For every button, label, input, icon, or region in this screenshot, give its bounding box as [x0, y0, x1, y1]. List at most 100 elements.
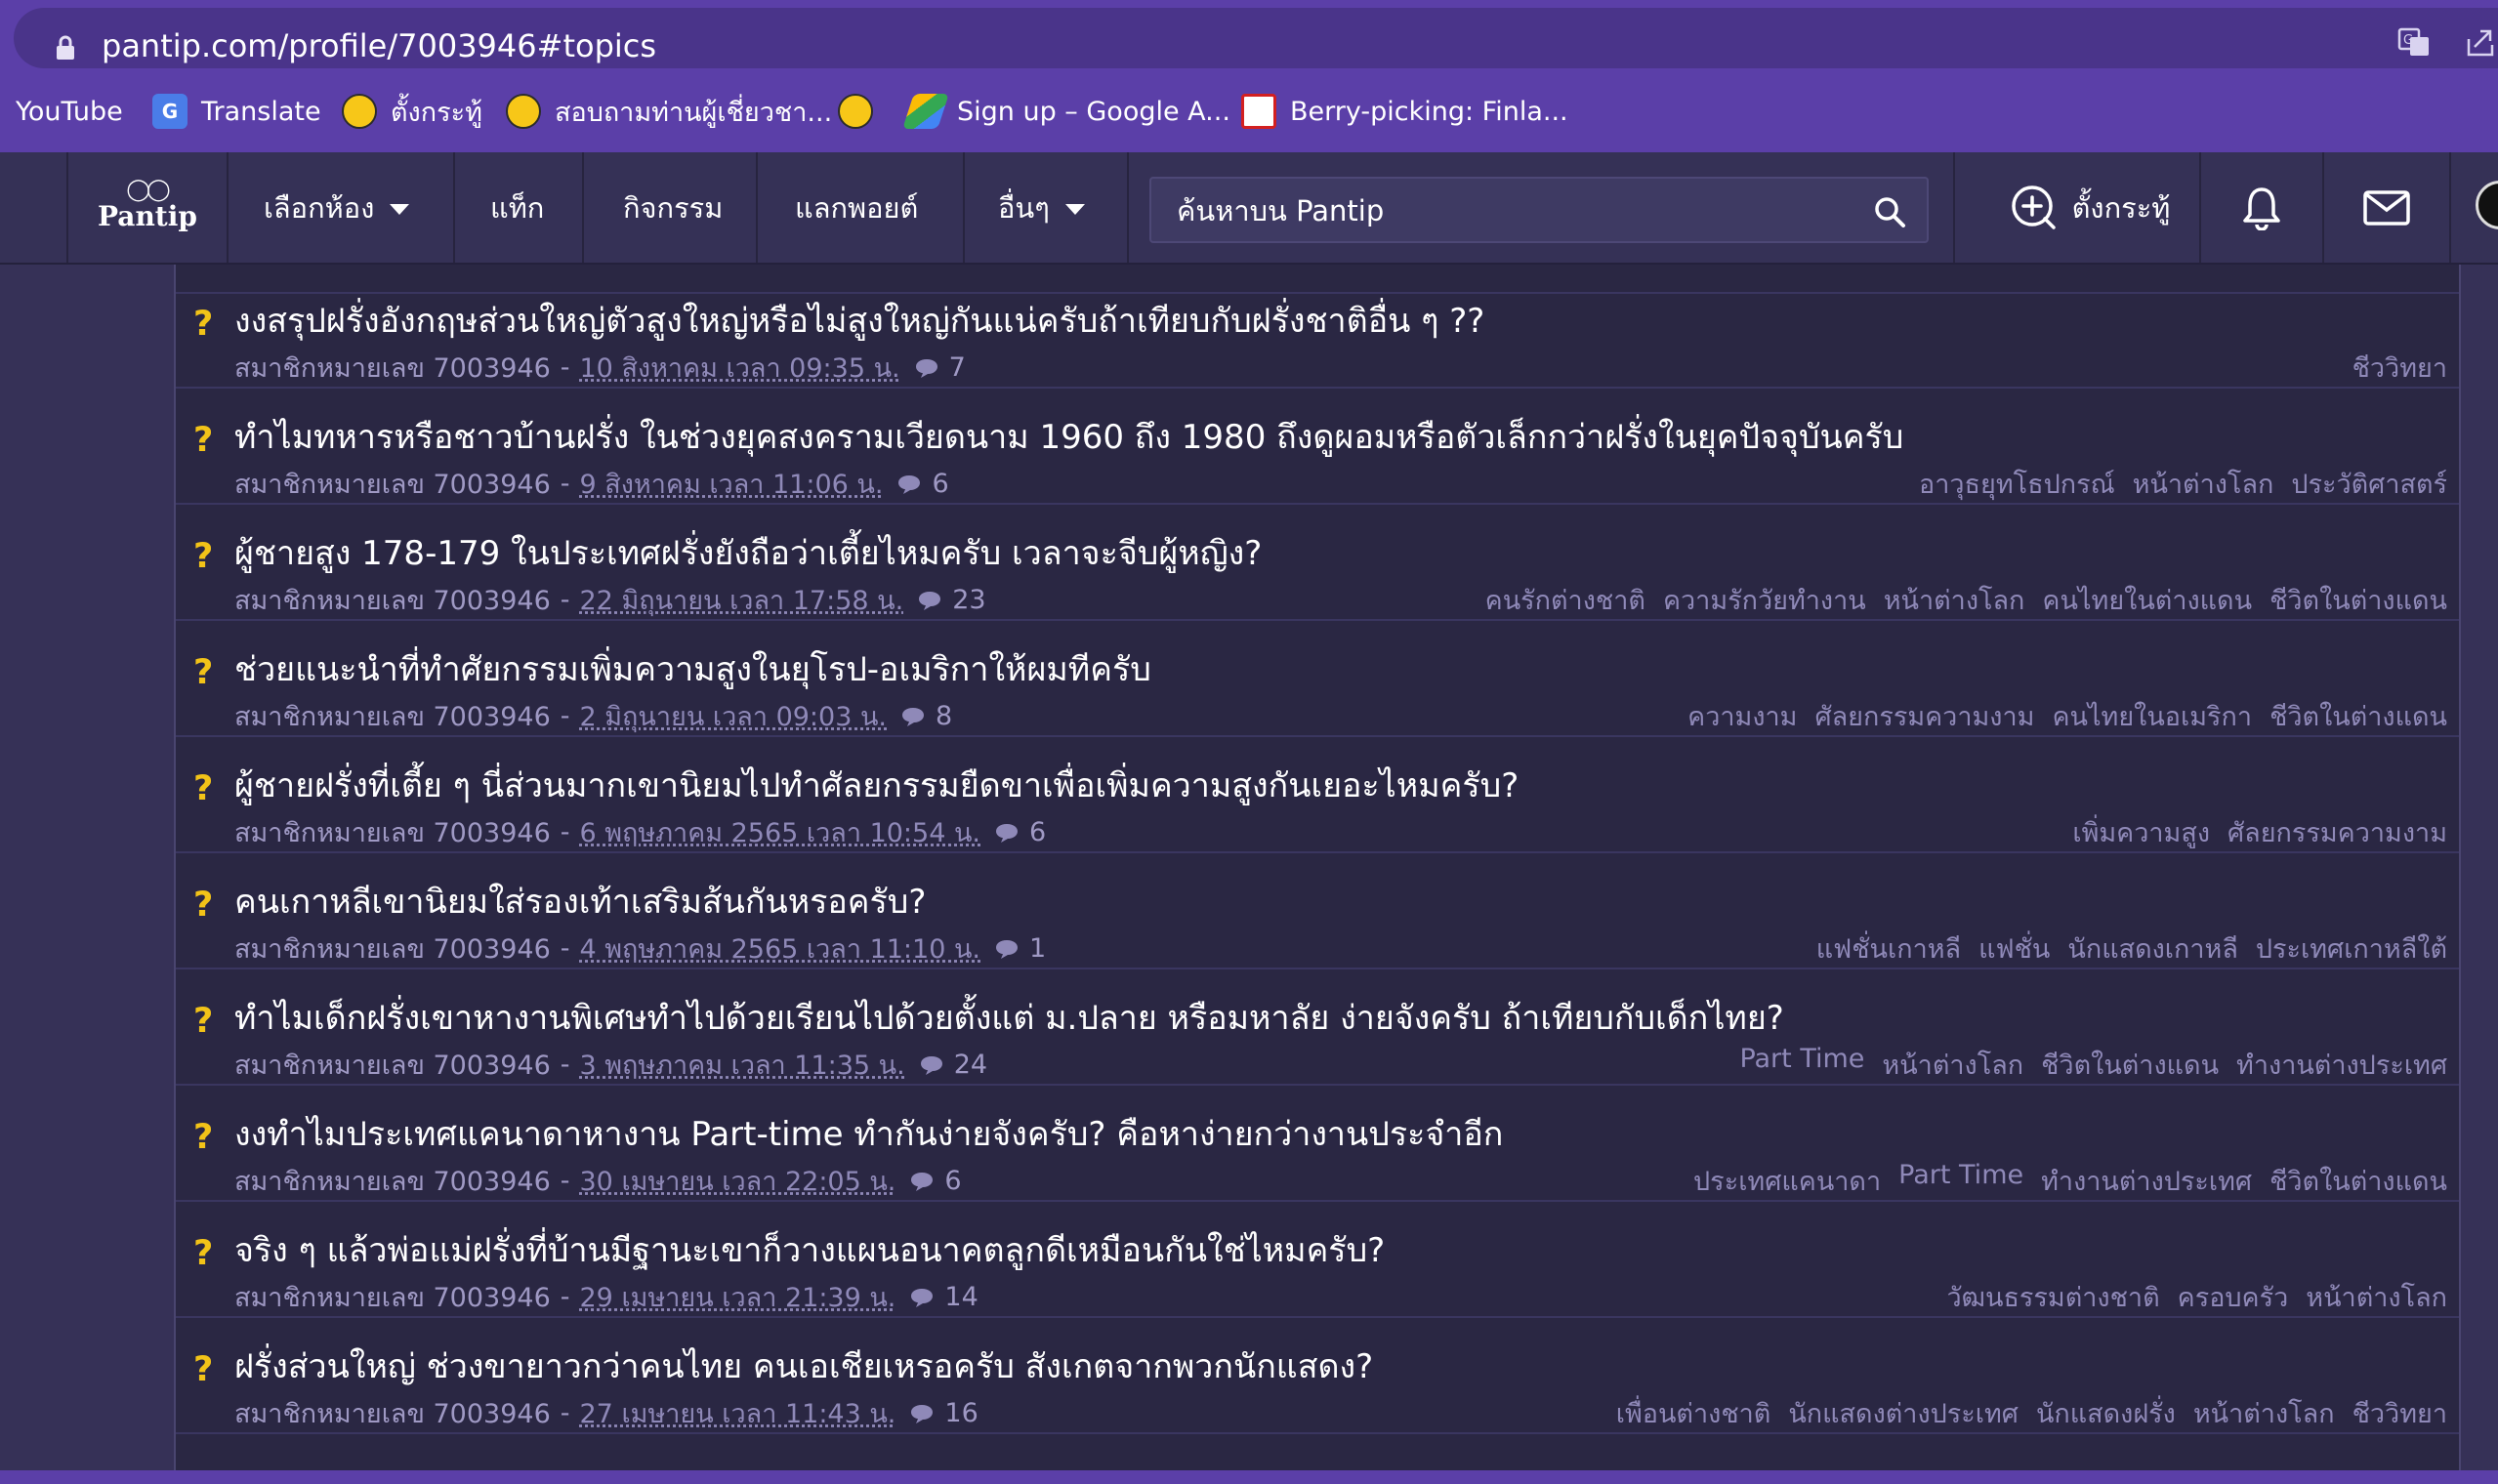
tag-link[interactable]: หน้าต่างโลก — [1884, 579, 2025, 621]
topic-row[interactable]: ? ผู้ชายสูง 178-179 ในประเทศฝรั่งยังถือว… — [176, 505, 2459, 621]
tag-link[interactable]: คนไทยในอเมริกา — [2052, 695, 2252, 737]
topic-date[interactable]: 22 มิถุนายน เวลา 17:58 น. — [580, 579, 904, 621]
tag-link[interactable]: ชีววิทยา — [2352, 1392, 2447, 1434]
tag-link[interactable]: เพื่อนต่างชาติ — [1616, 1392, 1771, 1434]
tag-link[interactable]: ทำงานต่างประเทศ — [2236, 1044, 2447, 1086]
tag-link[interactable]: ประวัติศาสตร์ — [2291, 463, 2447, 505]
url-text[interactable]: pantip.com/profile/7003946#topics — [102, 27, 656, 64]
lock-icon[interactable] — [55, 35, 76, 61]
topic-author[interactable]: สมาชิกหมายเลข 7003946 — [234, 1044, 551, 1086]
nav-choose-room[interactable]: เลือกห้อง — [264, 152, 410, 263]
tag-link[interactable]: อาวุธยุทโธปกรณ์ — [1919, 463, 2115, 505]
topic-author[interactable]: สมาชิกหมายเลข 7003946 — [234, 928, 551, 969]
tag-link[interactable]: คนไทยในต่างแดน — [2042, 579, 2252, 621]
tag-link[interactable]: ความงาม — [1687, 695, 1797, 737]
tag-link[interactable]: ศัลยกรรมความงาม — [2227, 811, 2447, 853]
nav-tags[interactable]: แท็ก — [490, 152, 544, 263]
tag-link[interactable]: นักแสดงเกาหลี — [2067, 928, 2238, 969]
topic-title[interactable]: คนเกาหลีเขานิยมใส่รองเท้าเสริมส้นกันหรอค… — [234, 875, 926, 928]
topic-date[interactable]: 2 มิถุนายน เวลา 09:03 น. — [580, 695, 888, 737]
topic-row[interactable]: ? คนเกาหลีเขานิยมใส่รองเท้าเสริมส้นกันหร… — [176, 853, 2459, 969]
topic-row[interactable]: ? ทำไมเด็กฝรั่งเขาหางานพิเศษทำไปด้วยเรีย… — [176, 969, 2459, 1086]
tag-link[interactable]: ศัลยกรรมความงาม — [1814, 695, 2034, 737]
pantip-logo[interactable]: ◯◯ Pantip — [98, 180, 197, 240]
search-icon[interactable] — [1872, 194, 1907, 229]
tag-link[interactable]: เพิ่มความสูง — [2072, 811, 2210, 853]
notifications-button[interactable] — [2201, 152, 2322, 263]
share-icon[interactable] — [2463, 25, 2496, 59]
topic-date[interactable]: 9 สิงหาคม เวลา 11:06 น. — [580, 463, 884, 505]
topic-title[interactable]: ทำไมทหารหรือชาวบ้านฝรั่ง ในช่วงยุคสงคราม… — [234, 410, 1903, 463]
new-topic-button[interactable]: ตั้งกระทู้ — [1982, 152, 2197, 263]
topic-date[interactable]: 27 เมษายน เวลา 11:43 น. — [580, 1392, 896, 1434]
topic-author[interactable]: สมาชิกหมายเลข 7003946 — [234, 1392, 551, 1434]
address-bar[interactable]: pantip.com/profile/7003946#topics — [14, 8, 2498, 68]
tag-link[interactable]: นักแสดงต่างประเทศ — [1788, 1392, 2019, 1434]
search-box[interactable] — [1149, 177, 1929, 243]
tag-link[interactable]: ประเทศแคนาดา — [1693, 1160, 1881, 1202]
tag-link[interactable]: ทำงานต่างประเทศ — [2041, 1160, 2252, 1202]
topic-row[interactable]: ? ช่วยแนะนำที่ทำศัยกรรมเพิ่มความสูงในยุโ… — [176, 621, 2459, 737]
bookmark-google-ads[interactable]: Sign up – Google A... — [902, 84, 1230, 139]
topic-author[interactable]: สมาชิกหมายเลข 7003946 — [234, 811, 551, 853]
nav-more[interactable]: อื่นๆ — [998, 152, 1085, 263]
topic-author[interactable]: สมาชิกหมายเลข 7003946 — [234, 695, 551, 737]
tag-link[interactable]: แฟชั่นเกาหลี — [1816, 928, 1961, 969]
topic-row[interactable]: ? งงสรุปฝรั่งอังกฤษส่วนใหญ่ตัวสูงใหญ่หรื… — [176, 272, 2459, 389]
topic-date[interactable]: 3 พฤษภาคม เวลา 11:35 น. — [580, 1044, 905, 1086]
topic-row[interactable]: ? จริง ๆ แล้วพ่อแม่ฝรั่งที่บ้านมีฐานะเขา… — [176, 1202, 2459, 1318]
tag-link[interactable]: ชีวิตในต่างแดน — [2269, 579, 2447, 621]
google-translate-icon: G — [152, 94, 187, 129]
topic-row[interactable]: ? ทำไมทหารหรือชาวบ้านฝรั่ง ในช่วงยุคสงคร… — [176, 389, 2459, 505]
topic-date[interactable]: 6 พฤษภาคม 2565 เวลา 10:54 น. — [580, 811, 981, 853]
tag-link[interactable]: ชีววิทยา — [2352, 347, 2447, 389]
bookmark-youtube[interactable]: YouTube — [16, 84, 123, 139]
topic-author[interactable]: สมาชิกหมายเลข 7003946 — [234, 463, 551, 505]
tag-link[interactable]: หน้าต่างโลก — [2193, 1392, 2335, 1434]
topic-author[interactable]: สมาชิกหมายเลข 7003946 — [234, 579, 551, 621]
tag-link[interactable]: ครอบครัว — [2178, 1276, 2289, 1318]
tag-link[interactable]: วัฒนธรรมต่างชาติ — [1946, 1276, 2159, 1318]
topic-title[interactable]: งงทำไมประเทศแคนาดาหางาน Part-time ทำกันง… — [234, 1107, 1503, 1160]
topic-date[interactable]: 29 เมษายน เวลา 21:39 น. — [580, 1276, 896, 1318]
topic-title[interactable]: ผู้ชายฝรั่งที่เตี้ย ๆ นี่ส่วนมากเขานิยมไ… — [234, 759, 1519, 811]
bookmark-berry-picking[interactable]: Berry-picking: Finla... — [1241, 84, 1568, 139]
tag-link[interactable]: หน้าต่างโลก — [1882, 1044, 2023, 1086]
topic-title[interactable]: งงสรุปฝรั่งอังกฤษส่วนใหญ่ตัวสูงใหญ่หรือไ… — [234, 294, 1484, 347]
topic-title[interactable]: จริง ๆ แล้วพ่อแม่ฝรั่งที่บ้านมีฐานะเขาก็… — [234, 1223, 1385, 1276]
tag-link[interactable]: นักแสดงฝรั่ง — [2036, 1392, 2176, 1434]
tag-link[interactable]: ชีวิตในต่างแดน — [2041, 1044, 2219, 1086]
topic-author[interactable]: สมาชิกหมายเลข 7003946 — [234, 347, 551, 389]
topic-row[interactable]: ? ผู้ชายฝรั่งที่เตี้ย ๆ นี่ส่วนมากเขานิย… — [176, 737, 2459, 853]
tag-link[interactable]: ความรักวัยทำงาน — [1663, 579, 1866, 621]
topic-author[interactable]: สมาชิกหมายเลข 7003946 — [234, 1276, 551, 1318]
tag-link[interactable]: หน้าต่างโลก — [2306, 1276, 2447, 1318]
topic-title[interactable]: ฝรั่งส่วนใหญ่ ช่วงขายาวกว่าคนไทย คนเอเชี… — [234, 1340, 1373, 1392]
topic-author[interactable]: สมาชิกหมายเลข 7003946 — [234, 1160, 551, 1202]
topic-title[interactable]: ผู้ชายสูง 178-179 ในประเทศฝรั่งยังถือว่า… — [234, 526, 1262, 579]
topic-row[interactable]: ? งงทำไมประเทศแคนาดาหางาน Part-time ทำกั… — [176, 1086, 2459, 1202]
tag-link[interactable]: แฟชั่น — [1978, 928, 2050, 969]
bookmark-translate[interactable]: G Translate — [152, 84, 321, 139]
topic-date[interactable]: 4 พฤษภาคม 2565 เวลา 11:10 น. — [580, 928, 981, 969]
topic-title[interactable]: ทำไมเด็กฝรั่งเขาหางานพิเศษทำไปด้วยเรียนไ… — [234, 991, 1784, 1044]
nav-redeem-points[interactable]: แลกพอยต์ — [795, 152, 918, 263]
tag-link[interactable]: Part Time — [1739, 1044, 1864, 1086]
bookmark-pantip-icon-only[interactable] — [838, 84, 887, 139]
tag-link[interactable]: คนรักต่างชาติ — [1485, 579, 1645, 621]
tag-link[interactable]: ชีวิตในต่างแดน — [2269, 695, 2447, 737]
tag-link[interactable]: Part Time — [1898, 1160, 2023, 1202]
tag-link[interactable]: ชีวิตในต่างแดน — [2269, 1160, 2447, 1202]
translate-page-icon[interactable]: G — [2397, 25, 2431, 59]
nav-activities[interactable]: กิจกรรม — [623, 152, 723, 263]
messages-button[interactable] — [2324, 152, 2449, 263]
bookmark-new-topic[interactable]: ตั้งกระทู้ — [342, 84, 482, 139]
search-input[interactable] — [1175, 188, 1843, 233]
topic-row[interactable]: ? ฝรั่งส่วนใหญ่ ช่วงขายาวกว่าคนไทย คนเอเ… — [176, 1318, 2459, 1434]
topic-date[interactable]: 10 สิงหาคม เวลา 09:35 น. — [580, 347, 900, 389]
topic-date[interactable]: 30 เมษายน เวลา 22:05 น. — [580, 1160, 896, 1202]
tag-link[interactable]: ประเทศเกาหลีใต้ — [2256, 928, 2447, 969]
topic-title[interactable]: ช่วยแนะนำที่ทำศัยกรรมเพิ่มความสูงในยุโรป… — [234, 642, 1151, 695]
tag-link[interactable]: หน้าต่างโลก — [2133, 463, 2274, 505]
bookmark-ask-expert[interactable]: สอบถามท่านผู้เชี่ยวชา... — [506, 84, 832, 139]
